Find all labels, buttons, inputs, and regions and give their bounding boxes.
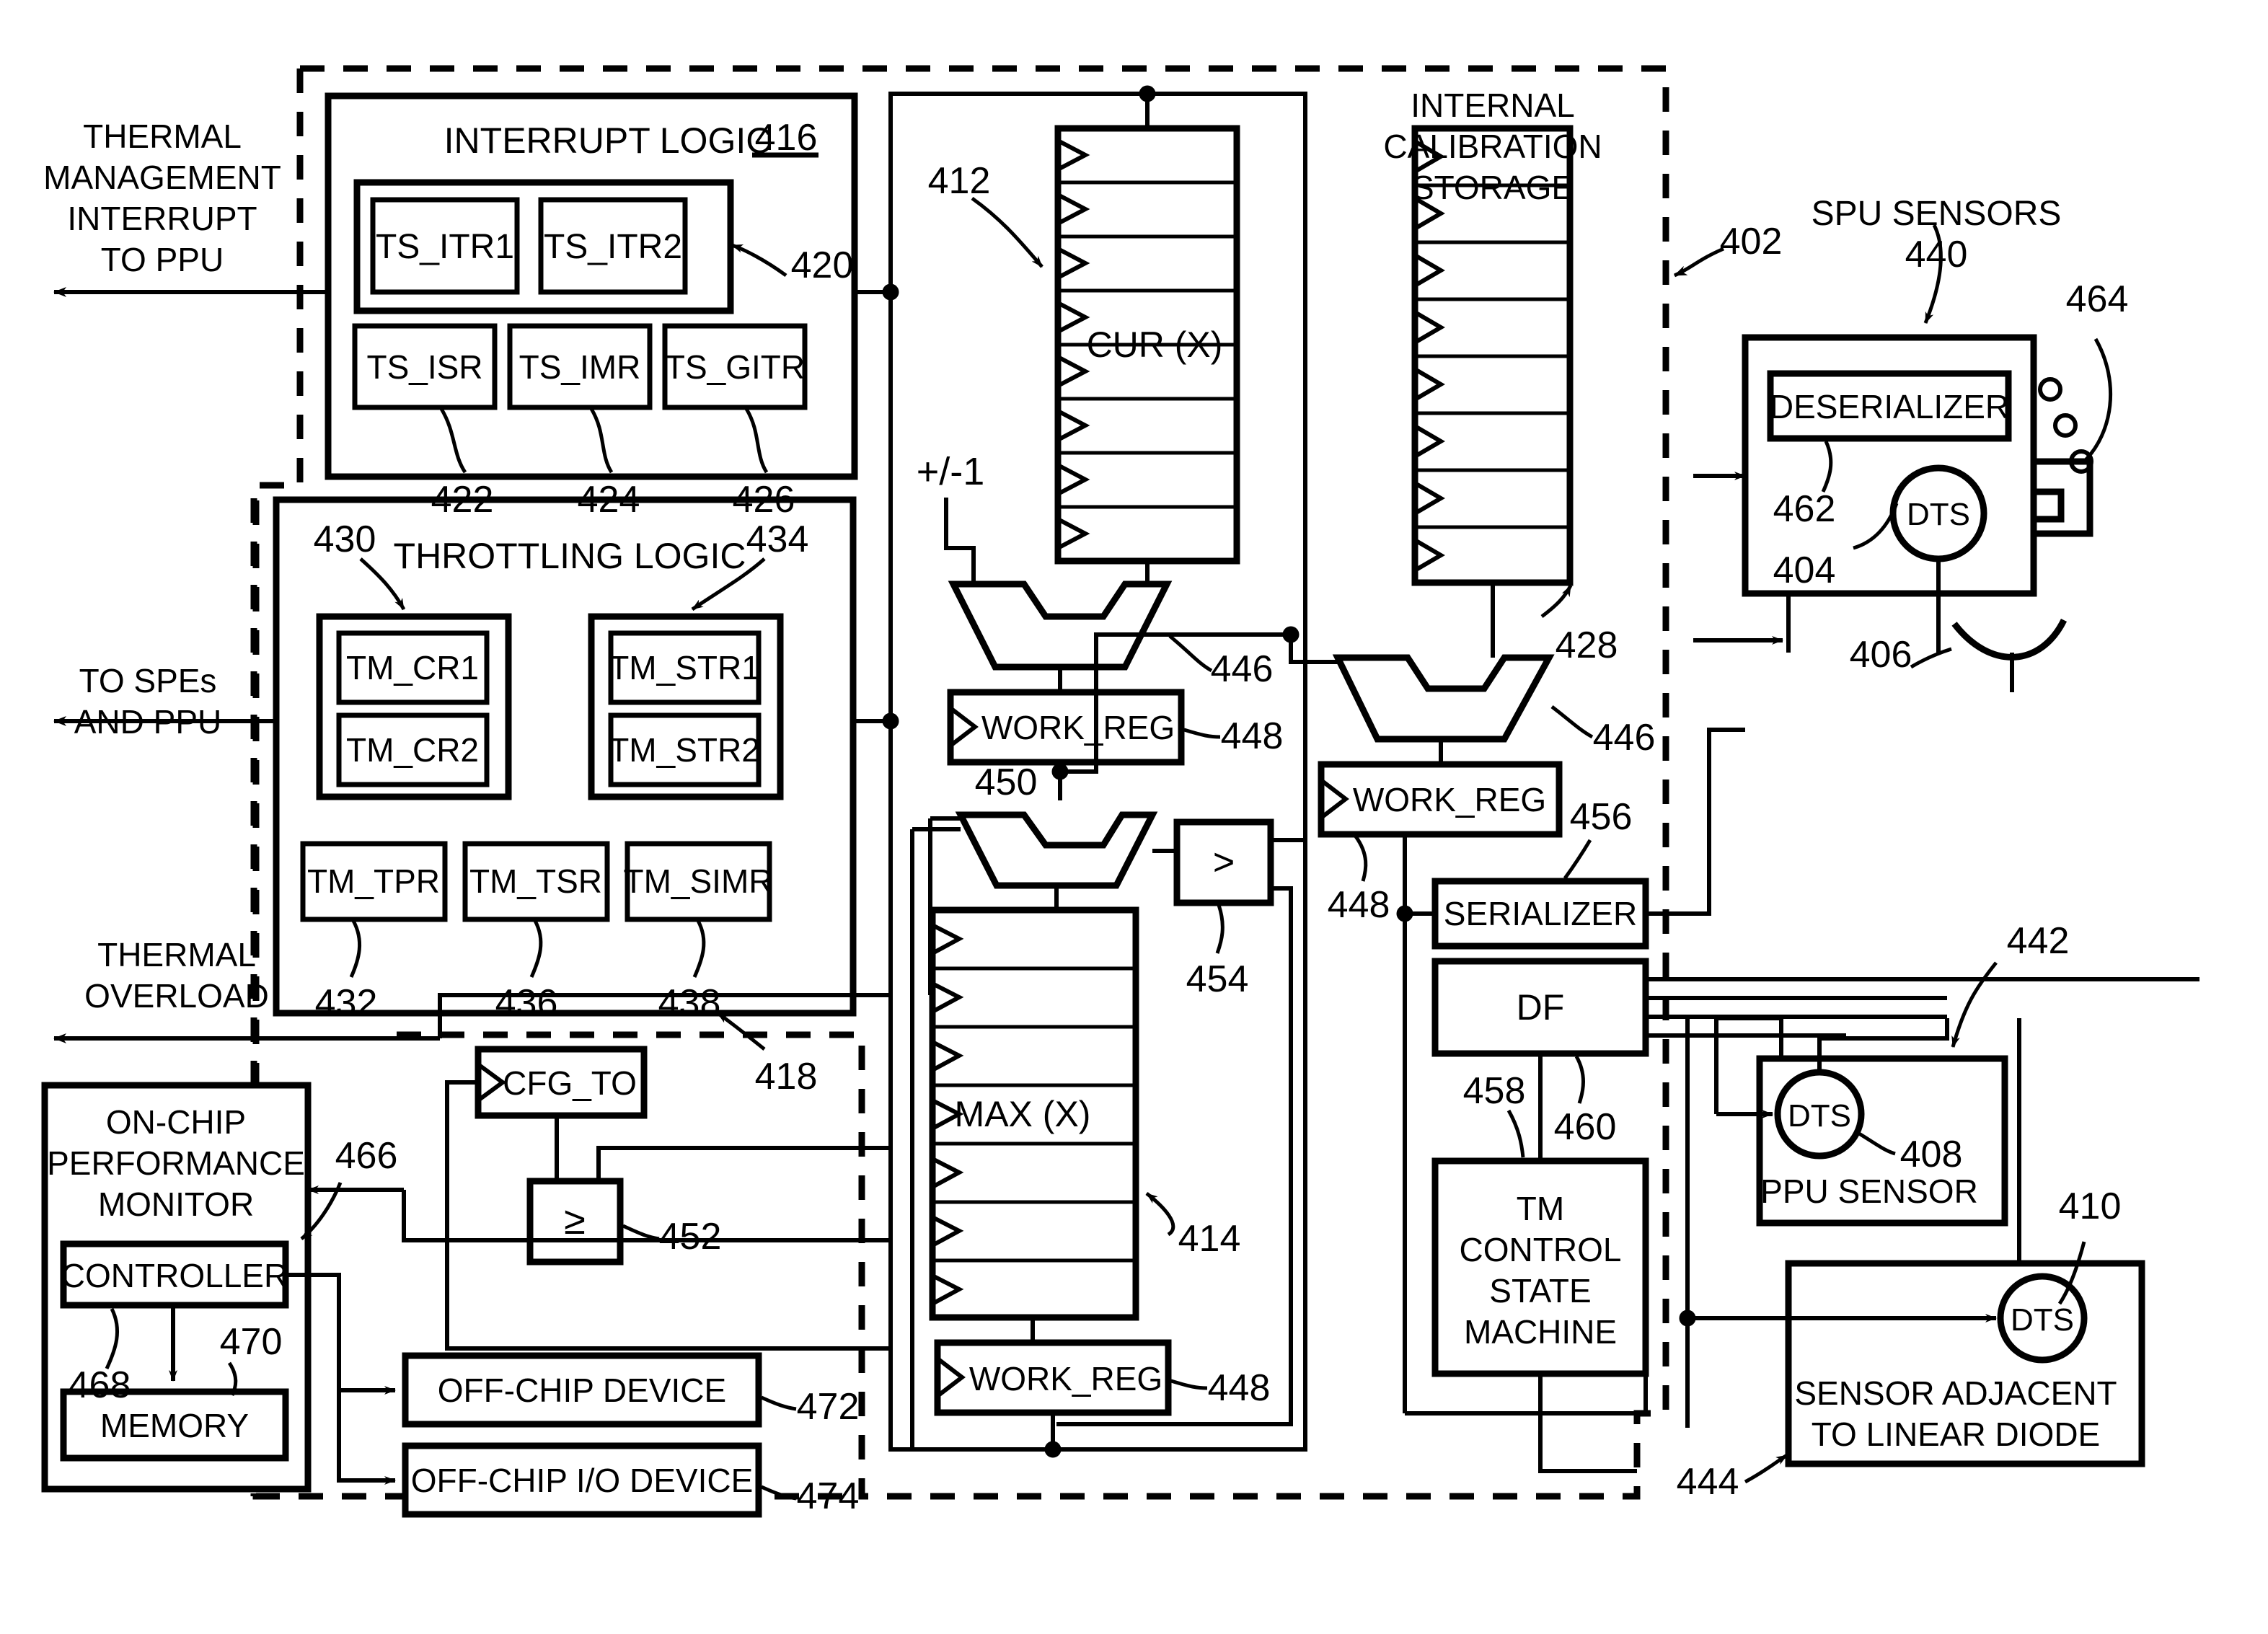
label-off-chip-device: OFF-CHIP DEVICE xyxy=(438,1372,726,1409)
label-diode-l2: TO LINEAR DIODE xyxy=(1812,1416,2100,1453)
ref-448-b: 448 xyxy=(1328,884,1390,926)
label-ppu-dts: DTS xyxy=(1788,1098,1851,1134)
ref-462: 462 xyxy=(1773,488,1836,530)
ref-418: 418 xyxy=(755,1056,818,1098)
label-cur-x: CUR (X) xyxy=(1087,324,1223,365)
label-internal-calib-l2: CALIBRATION xyxy=(1383,128,1602,165)
label-work-reg-b: WORK_REG xyxy=(1353,781,1546,818)
label-tm-simr: TM_SIMR xyxy=(624,862,773,900)
label-tm-fsm-l3: STATE xyxy=(1489,1272,1591,1310)
label-deserializer: DESERIALIZER xyxy=(1770,388,2009,425)
label-tm-fsm-l4: MACHINE xyxy=(1464,1313,1617,1351)
ref-428: 428 xyxy=(1556,624,1618,666)
label-ts-isr: TS_ISR xyxy=(366,348,482,386)
ref-442: 442 xyxy=(2007,920,2070,962)
ref-454: 454 xyxy=(1186,958,1249,1000)
ref-406: 406 xyxy=(1850,634,1912,676)
ref-456: 456 xyxy=(1570,796,1633,838)
label-tm-cr1: TM_CR1 xyxy=(346,649,479,686)
interrupt-logic-title: INTERRUPT LOGIC xyxy=(444,120,772,161)
label-tm-str2: TM_STR2 xyxy=(609,731,760,769)
label-thermal-mgmt-interrupt-l2: MANAGEMENT xyxy=(43,159,281,196)
label-thermal-mgmt-interrupt-l4: TO PPU xyxy=(101,241,224,278)
label-ocpm-l2: PERFORMANCE xyxy=(47,1144,305,1182)
ref-414: 414 xyxy=(1178,1218,1241,1260)
label-thermal-mgmt-interrupt-l3: INTERRUPT xyxy=(67,200,257,237)
ref-404: 404 xyxy=(1773,549,1836,591)
label-tm-cr2: TM_CR2 xyxy=(346,731,479,769)
ref-420: 420 xyxy=(791,244,854,286)
ref-426: 426 xyxy=(733,479,795,521)
label-ts-itr2: TS_ITR2 xyxy=(544,228,682,266)
ref-448-c: 448 xyxy=(1208,1367,1271,1409)
label-controller: CONTROLLER xyxy=(61,1257,288,1294)
label-tm-fsm-l1: TM xyxy=(1517,1190,1564,1227)
junction-dot-cur-top xyxy=(1139,85,1156,102)
ref-424: 424 xyxy=(578,479,640,521)
label-tm-str1: TM_STR1 xyxy=(609,649,760,686)
label-df: DF xyxy=(1517,987,1565,1028)
label-to-spes-l1: TO SPEs xyxy=(79,662,217,699)
label-thermal-overload-l1: THERMAL xyxy=(97,936,256,973)
label-greater-than-454: > xyxy=(1213,842,1235,883)
label-serializer: SERIALIZER xyxy=(1444,895,1637,932)
ref-472: 472 xyxy=(797,1386,860,1428)
throttling-logic-title: THROTTLING LOGIC xyxy=(394,536,746,576)
label-greater-equal-452: ≥ xyxy=(564,1199,586,1242)
ref-434: 434 xyxy=(746,518,809,560)
thermal-management-diagram: THERMAL MANAGEMENT INTERRUPT TO PPU TO S… xyxy=(0,0,2268,1634)
label-tm-fsm-l2: CONTROL xyxy=(1460,1231,1622,1268)
label-thermal-overload-l2: OVERLOAD xyxy=(84,977,269,1015)
label-plus-minus-one: +/-1 xyxy=(917,450,985,493)
label-diode-dts: DTS xyxy=(2011,1302,2074,1338)
ref-438: 438 xyxy=(658,982,721,1024)
ref-408: 408 xyxy=(1900,1134,1963,1175)
ref-422: 422 xyxy=(431,479,494,521)
ref-474: 474 xyxy=(797,1475,860,1517)
label-ppu-sensor: PPU SENSOR xyxy=(1760,1172,1978,1210)
ref-452: 452 xyxy=(659,1216,722,1258)
ref-436: 436 xyxy=(495,982,558,1024)
ref-416: 416 xyxy=(755,117,818,159)
label-internal-calib-l3: STORAGE xyxy=(1412,169,1574,206)
ref-446-b: 446 xyxy=(1593,717,1656,759)
label-memory: MEMORY xyxy=(100,1407,249,1444)
label-off-chip-io-device: OFF-CHIP I/O DEVICE xyxy=(411,1462,754,1499)
ref-458: 458 xyxy=(1463,1070,1526,1112)
ref-412: 412 xyxy=(928,160,991,202)
diagram-canvas: THERMAL MANAGEMENT INTERRUPT TO PPU TO S… xyxy=(0,0,2268,1634)
label-ts-itr1: TS_ITR1 xyxy=(376,228,514,266)
ref-468: 468 xyxy=(69,1364,131,1406)
label-thermal-mgmt-interrupt-l1: THERMAL xyxy=(83,118,242,155)
ref-440: 440 xyxy=(1905,234,1968,275)
junction-dot-wrc xyxy=(1044,1441,1062,1458)
ref-444: 444 xyxy=(1677,1461,1739,1503)
ref-402: 402 xyxy=(1720,221,1783,262)
label-ocpm-l3: MONITOR xyxy=(98,1185,254,1223)
label-tm-tpr: TM_TPR xyxy=(307,862,440,900)
ref-446-a: 446 xyxy=(1211,648,1274,690)
label-work-reg-c: WORK_REG xyxy=(969,1360,1162,1397)
label-spu-dts: DTS xyxy=(1907,497,1970,532)
ref-460: 460 xyxy=(1554,1106,1617,1148)
ref-410: 410 xyxy=(2059,1185,2122,1227)
label-diode-l1: SENSOR ADJACENT xyxy=(1794,1374,2117,1412)
label-ocpm-l1: ON-CHIP xyxy=(106,1103,246,1141)
label-to-spes-l2: AND PPU xyxy=(74,703,221,741)
label-ts-imr: TS_IMR xyxy=(519,348,641,386)
label-max-x: MAX (X) xyxy=(955,1094,1091,1134)
label-ts-gitr: TS_GITR xyxy=(665,348,805,386)
ref-450: 450 xyxy=(975,761,1038,803)
ref-430: 430 xyxy=(314,518,376,560)
label-tm-tsr: TM_TSR xyxy=(469,862,602,900)
ref-448-a: 448 xyxy=(1221,715,1284,757)
label-cfg-to: CFG_TO xyxy=(503,1064,637,1102)
label-work-reg-a: WORK_REG xyxy=(981,709,1175,746)
ref-470: 470 xyxy=(220,1321,283,1363)
ref-464: 464 xyxy=(2066,278,2129,320)
label-spu-sensors: SPU SENSORS xyxy=(1812,195,2062,233)
ref-432: 432 xyxy=(315,982,378,1024)
ref-466: 466 xyxy=(335,1135,398,1177)
label-internal-calib-l1: INTERNAL xyxy=(1411,87,1574,124)
